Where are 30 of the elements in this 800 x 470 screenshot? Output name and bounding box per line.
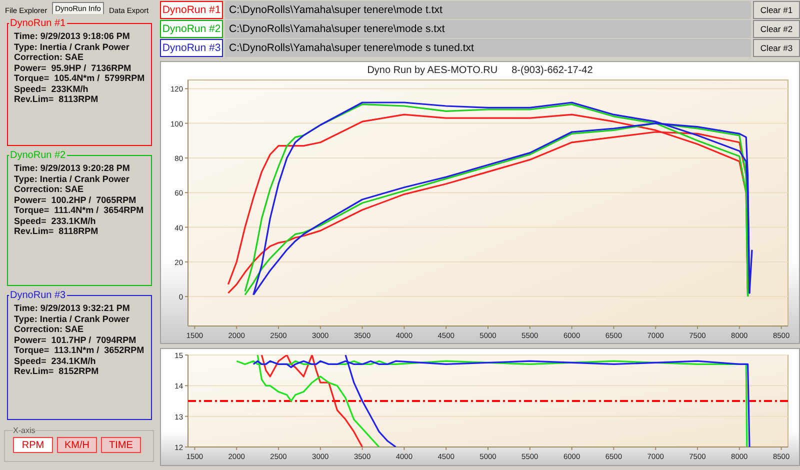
info-line: Rev.Lim= 8152RPM (14, 366, 100, 376)
info-line: Time: 9/29/2013 9:32:21 PM (14, 303, 131, 314)
chart-title: Dyno Run by AES-MOTO.RU (367, 64, 498, 76)
info-line: Correction: SAE (14, 324, 85, 334)
info-line: Rev.Lim= 8118RPM (14, 226, 100, 236)
info-line: Time: 9/29/2013 9:18:06 PM (14, 31, 131, 42)
info-line: Type: Inertia / Crank Power (14, 42, 130, 52)
info-line: Correction: SAE (14, 52, 85, 62)
info-line: Power= 100.2HP / 7065RPM (14, 194, 138, 205)
info-line: Torque= 111.4N*m / 3654RPM (14, 205, 145, 216)
info-line: Speed= 233.1KM/h (14, 216, 97, 226)
info-line: Power= 95.9HP / 7136RPM (14, 62, 132, 73)
info-line: Power= 101.7HP / 7094RPM (14, 334, 138, 345)
info-line: Speed= 233KM/h (14, 84, 90, 94)
info-line: Torque= 105.4N*m / 5799RPM (14, 73, 145, 84)
group-title: X-axis (13, 426, 36, 435)
info-line: Type: Inertia / Crank Power (14, 314, 130, 324)
info-line: Correction: SAE (14, 184, 85, 194)
info-line: Type: Inertia / Crank Power (14, 174, 130, 184)
panel-title: DynoRun #2 (9, 150, 67, 161)
info-line: Speed= 234.1KM/h (14, 356, 97, 366)
panel-title: DynoRun #1 (9, 18, 67, 29)
info-line: Time: 9/29/2013 9:20:28 PM (14, 163, 131, 174)
phone-number: 8-(903)-662-17-42 (512, 64, 593, 76)
info-line: Rev.Lim= 8113RPM (14, 94, 100, 104)
run-label: DynoRun #1 (160, 1, 223, 19)
panel-title: DynoRun #3 (9, 290, 67, 301)
info-line: Torque= 113.1N*m / 3652RPM (14, 345, 145, 356)
run-label: DynoRun #2 (160, 20, 223, 38)
run-label: DynoRun #3 (160, 39, 223, 57)
